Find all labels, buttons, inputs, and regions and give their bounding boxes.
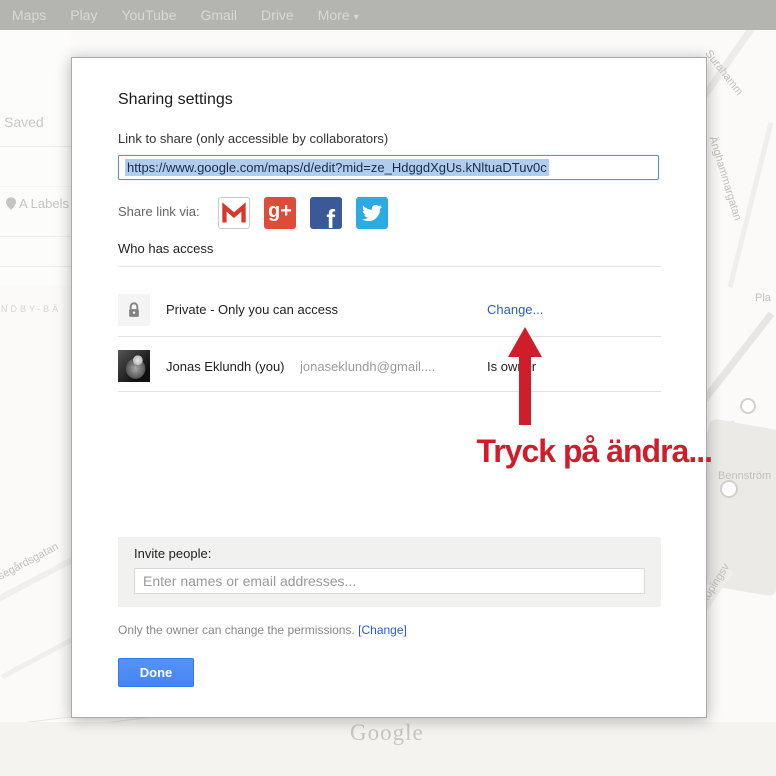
owner-avatar (118, 350, 150, 382)
place-label: Pla (755, 292, 771, 304)
permissions-change-link[interactable]: [Change] (358, 623, 407, 637)
permissions-note-text: Only the owner can change the permission… (118, 623, 355, 637)
share-link-via-label: Share link via: (118, 204, 200, 219)
gmail-icon (221, 202, 247, 224)
map-stop-dot (720, 480, 738, 498)
nav-item-play[interactable]: Play (70, 7, 97, 23)
label-pin-icon (6, 197, 16, 210)
change-visibility-link[interactable]: Change... (487, 302, 543, 317)
invite-people-label: Invite people: (134, 546, 211, 561)
sidebar-item-labels[interactable]: A Labels (6, 196, 69, 211)
nav-item-drive[interactable]: Drive (261, 7, 294, 23)
google-watermark: Google (350, 720, 424, 746)
share-facebook-button[interactable]: f (310, 197, 342, 229)
divider (0, 266, 71, 267)
map-stop-dot (740, 398, 756, 414)
divider (0, 146, 71, 147)
nav-item-more[interactable]: More ▾ (318, 7, 359, 23)
district-label: NDBY-BÄ (1, 304, 61, 314)
annotation-arrow-icon (506, 327, 544, 425)
owner-email: jonaseklundh@gmail.... (300, 359, 435, 374)
nav-item-youtube[interactable]: YouTube (121, 7, 176, 23)
owner-name: Jonas Eklundh (you) (166, 359, 285, 374)
dialog-title: Sharing settings (118, 91, 233, 109)
sharing-settings-dialog: Sharing settings Link to share (only acc… (71, 57, 707, 718)
facebook-icon: f (326, 209, 335, 229)
done-button[interactable]: Done (118, 658, 194, 687)
sidebar-item-saved[interactable]: Saved (4, 114, 44, 130)
permissions-note: Only the owner can change the permission… (118, 623, 407, 637)
visibility-status-text: Private - Only you can access (166, 302, 338, 317)
share-link-input[interactable]: https://www.google.com/maps/d/edit?mid=z… (118, 155, 659, 180)
who-has-access-heading: Who has access (118, 241, 213, 256)
divider (0, 236, 71, 237)
divider (0, 186, 71, 187)
divider (118, 391, 661, 392)
nav-item-maps[interactable]: Maps (12, 7, 46, 23)
share-google-plus-button[interactable]: g+ (264, 197, 296, 229)
share-twitter-button[interactable] (356, 197, 388, 229)
nav-more-label: More (318, 7, 350, 23)
divider (118, 266, 661, 267)
share-gmail-button[interactable] (218, 197, 250, 229)
share-icons-row: g+ f (218, 197, 388, 229)
invite-people-input[interactable] (134, 568, 645, 594)
top-navigation-bar: Maps Play YouTube Gmail Drive More ▾ (0, 0, 776, 30)
sidebar-item-label: Labels (31, 196, 69, 211)
annotation-text: Tryck på ändra... (476, 433, 712, 470)
label-badge: A (19, 196, 28, 211)
chevron-down-icon: ▾ (354, 12, 359, 23)
share-link-url-selected-text: https://www.google.com/maps/d/edit?mid=z… (125, 159, 549, 176)
invite-people-section: Invite people: (118, 537, 661, 607)
twitter-icon (362, 203, 382, 223)
divider (118, 336, 661, 337)
maps-left-panel: Saved A Labels (0, 30, 71, 285)
visibility-icon-box (118, 294, 150, 326)
link-to-share-label: Link to share (only accessible by collab… (118, 131, 388, 146)
street-label: segårdsgatan (0, 541, 61, 583)
street-label: Änghammargatan (707, 135, 744, 222)
lock-icon (124, 300, 144, 320)
nav-item-gmail[interactable]: Gmail (200, 7, 237, 23)
google-plus-icon: g+ (268, 197, 292, 227)
